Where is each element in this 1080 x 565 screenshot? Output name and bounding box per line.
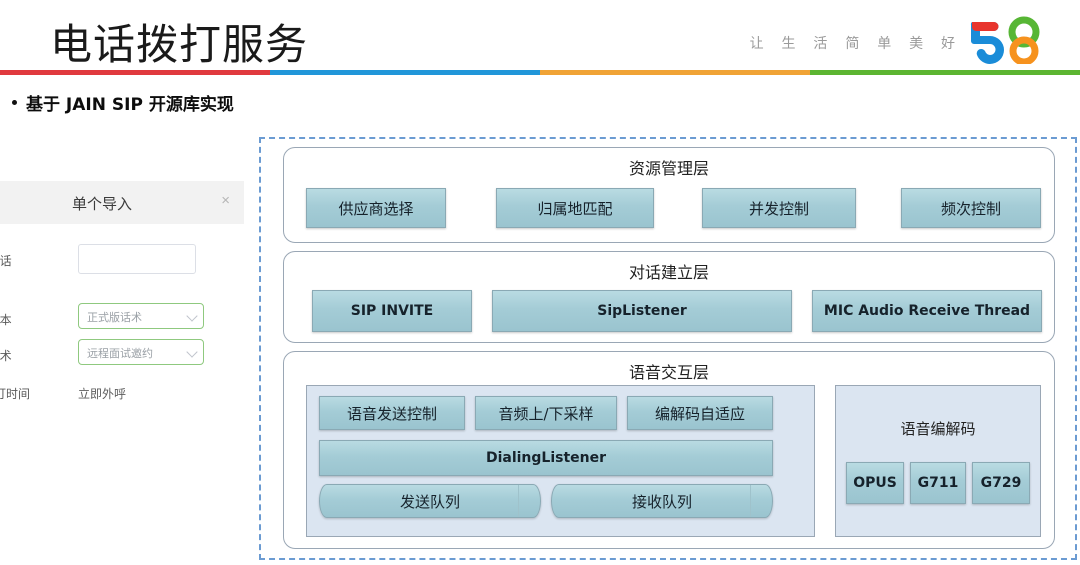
- layer-resource-management: 资源管理层 供应商选择 归属地匹配 并发控制 频次控制: [283, 147, 1055, 243]
- architecture-diagram: 资源管理层 供应商选择 归属地匹配 并发控制 频次控制 对话建立层 SIP IN…: [259, 137, 1077, 560]
- bullet-dot-icon: [12, 100, 17, 105]
- version-label: *版本: [0, 313, 12, 327]
- codec-panel: 语音编解码 OPUS G711 G729: [835, 385, 1041, 537]
- node-voice-send-control[interactable]: 语音发送控制: [319, 396, 465, 430]
- node-mic-audio-receive-thread[interactable]: MIC Audio Receive Thread: [812, 290, 1042, 332]
- layer-title-voice-interaction: 语音交互层: [628, 365, 709, 382]
- script-label: *话术: [0, 349, 12, 363]
- color-bar-segment-green: [810, 70, 1080, 75]
- chevron-down-icon: [186, 310, 198, 322]
- node-receive-queue-label: 接收队列: [631, 492, 692, 511]
- 58-logo: [966, 16, 1044, 66]
- form-row-phone: *电话: [0, 244, 244, 278]
- color-bar-segment-orange: [540, 70, 810, 75]
- node-concurrency-control[interactable]: 并发控制: [702, 188, 856, 228]
- color-bar-segment-blue: [270, 70, 540, 75]
- layer-dialog-setup: 对话建立层 SIP INVITE SipListener MIC Audio R…: [283, 251, 1055, 343]
- close-icon[interactable]: ×: [221, 193, 230, 208]
- version-select[interactable]: 正式版话术: [78, 303, 204, 329]
- node-codec-adaptive[interactable]: 编解码自适应: [627, 396, 773, 430]
- node-frequency-control[interactable]: 频次控制: [901, 188, 1041, 228]
- dialog-title: 单个导入: [71, 196, 132, 213]
- script-select-value: 远程面试邀约: [87, 348, 153, 360]
- bullet-text: 基于 JAIN SIP 开源库实现: [26, 95, 234, 115]
- form-row-script: *话术 远程面试邀约: [0, 339, 244, 373]
- node-send-queue-label: 发送队列: [399, 492, 460, 511]
- codec-panel-title: 语音编解码: [900, 421, 976, 438]
- version-select-value: 正式版话术: [87, 312, 142, 324]
- node-codec-g729[interactable]: G729: [972, 462, 1030, 504]
- dial-time-label: 拨打时间: [0, 387, 31, 401]
- phone-input[interactable]: [78, 244, 196, 274]
- node-codec-g711[interactable]: G711: [910, 462, 966, 504]
- layer-title-resource-management: 资源管理层: [628, 161, 709, 178]
- phone-label: *电话: [0, 254, 12, 268]
- page-title: 电话拨打服务: [50, 20, 309, 69]
- node-location-match[interactable]: 归属地匹配: [496, 188, 654, 228]
- bullet-row: 基于 JAIN SIP 开源库实现: [12, 90, 234, 115]
- form-row-dial-time: 拨打时间 立即外呼: [0, 377, 244, 411]
- brand-tagline: 让 生 活 简 单 美 好: [749, 35, 962, 51]
- node-supplier-select[interactable]: 供应商选择: [306, 188, 446, 228]
- color-bar-segment-red: [0, 70, 270, 75]
- voice-interaction-subpanel: 语音发送控制 音频上/下采样 编解码自适应 DialingListener 发送…: [306, 385, 815, 537]
- single-import-dialog: 单个导入 × *电话 *版本 正式版话术 *话术 远程面试邀约 拨打时间 立即外…: [0, 181, 244, 411]
- form-row-version: *版本 正式版话术: [0, 303, 244, 337]
- script-select[interactable]: 远程面试邀约: [78, 339, 204, 365]
- layer-voice-interaction: 语音交互层 语音发送控制 音频上/下采样 编解码自适应 DialingListe…: [283, 351, 1055, 549]
- brand-color-bar: [0, 70, 1080, 75]
- node-codec-opus[interactable]: OPUS: [846, 462, 904, 504]
- cylinder-cap-icon: [750, 485, 772, 517]
- slide-header: 电话拨打服务 让 生 活 简 单 美 好: [0, 0, 1080, 75]
- cylinder-cap-icon: [518, 485, 540, 517]
- node-audio-resampling[interactable]: 音频上/下采样: [475, 396, 617, 430]
- dial-time-value: 立即外呼: [78, 387, 127, 401]
- node-dialing-listener[interactable]: DialingListener: [319, 440, 773, 476]
- node-send-queue[interactable]: 发送队列: [319, 484, 541, 518]
- chevron-down-icon: [186, 346, 198, 358]
- layer-title-dialog-setup: 对话建立层: [628, 265, 709, 282]
- node-sip-listener[interactable]: SipListener: [492, 290, 792, 332]
- node-sip-invite[interactable]: SIP INVITE: [312, 290, 472, 332]
- node-receive-queue[interactable]: 接收队列: [551, 484, 773, 518]
